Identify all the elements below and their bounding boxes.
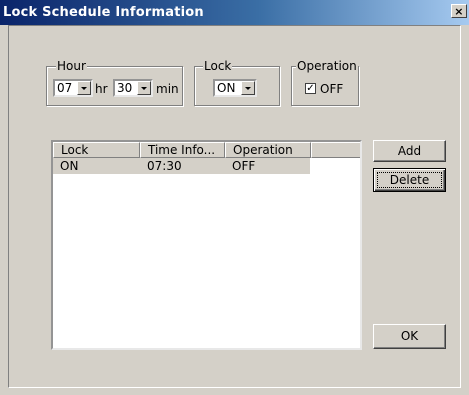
column-header-filler <box>311 142 360 158</box>
operation-off-label: OFF <box>320 82 344 96</box>
row-lock-cell: ON <box>60 159 79 173</box>
add-button-label: Add <box>397 144 422 158</box>
row-time-cell: 07:30 <box>147 159 182 173</box>
add-button[interactable]: Add <box>373 140 446 162</box>
hour-group: Hour 07 hr 30 min <box>46 59 183 106</box>
operation-group-label: Operation <box>296 59 358 73</box>
operation-off-checkbox[interactable]: ✓ <box>305 83 316 94</box>
column-header-time-info[interactable]: Time Info... <box>140 142 225 158</box>
hour-group-label: Hour <box>56 59 87 73</box>
chevron-down-icon[interactable] <box>137 81 151 95</box>
hour-unit-label: hr <box>95 82 108 96</box>
window-title: Lock Schedule Information <box>3 5 204 20</box>
ok-button[interactable]: OK <box>373 324 446 349</box>
lock-select-value: ON <box>217 81 236 95</box>
column-header-operation[interactable]: Operation <box>225 142 311 158</box>
lock-select[interactable]: ON <box>213 79 257 97</box>
operation-group: Operation ✓ OFF <box>291 59 359 106</box>
focus-indicator <box>377 172 442 188</box>
close-icon: × <box>454 5 464 18</box>
schedule-list[interactable]: Lock Time Info... Operation ON 07:30 OFF <box>51 140 362 350</box>
chevron-down-icon[interactable] <box>77 81 91 95</box>
hour-select-value: 07 <box>57 81 73 95</box>
close-button[interactable]: × <box>451 4 467 18</box>
minute-unit-label: min <box>156 82 179 96</box>
check-icon: ✓ <box>306 83 315 94</box>
lock-group: Lock ON <box>194 59 280 106</box>
row-operation-cell: OFF <box>232 159 256 173</box>
minute-select[interactable]: 30 <box>113 79 153 97</box>
chevron-down-icon[interactable] <box>241 81 255 95</box>
ok-button-label: OK <box>400 329 419 343</box>
lock-group-label: Lock <box>203 59 233 73</box>
hour-select[interactable]: 07 <box>53 79 93 97</box>
column-header-lock[interactable]: Lock <box>53 142 140 158</box>
delete-button[interactable]: Delete <box>373 168 446 192</box>
title-bar[interactable]: Lock Schedule Information × <box>0 0 469 25</box>
minute-select-value: 30 <box>117 81 133 95</box>
table-row[interactable]: ON 07:30 OFF <box>53 158 310 174</box>
